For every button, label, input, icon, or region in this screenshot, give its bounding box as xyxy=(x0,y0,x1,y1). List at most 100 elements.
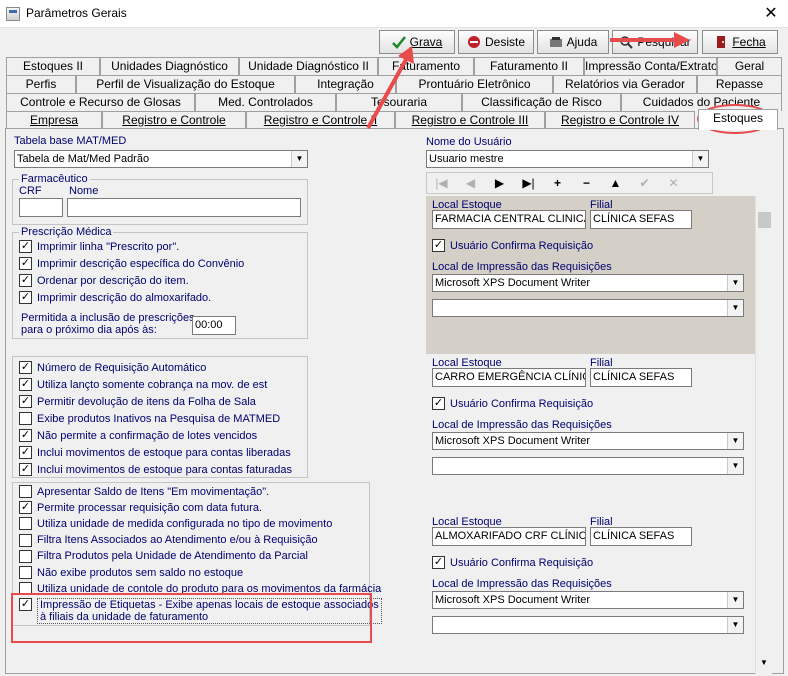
annotation-arrows xyxy=(366,32,690,129)
option-checkbox[interactable]: Exibe produtos Inativos na Pesquisa de M… xyxy=(19,411,280,426)
checkbox-box[interactable]: ✓ xyxy=(432,239,445,252)
crf-input[interactable] xyxy=(19,198,63,217)
option-checkbox[interactable]: ✓ Número de Requisição Automático xyxy=(19,360,206,375)
option-checkbox[interactable]: Apresentar Saldo de Itens "Em movimentaç… xyxy=(19,484,269,499)
chevron-down-icon[interactable]: ▼ xyxy=(727,458,743,474)
checkbox-label: Não exibe produtos sem saldo no estoque xyxy=(37,566,244,579)
option-checkbox[interactable]: Utiliza unidade de medida configurada no… xyxy=(19,516,332,531)
next-record-icon[interactable]: ▶ xyxy=(485,173,514,193)
chevron-down-icon[interactable]: ▼ xyxy=(727,617,743,633)
checkbox-box[interactable]: ✓ xyxy=(432,397,445,410)
option-checkbox[interactable]: ✓ Utiliza lançto somente cobrança na mov.… xyxy=(19,377,267,392)
impressora-select[interactable]: Microsoft XPS Document Writer ▼ xyxy=(432,274,744,292)
farmaceutico-title: Farmacêutico xyxy=(19,173,90,185)
record-navigator: |◀ ◀ ▶ ▶| + − ▲ ✔ ✕ xyxy=(426,172,713,194)
filial-input[interactable]: CLÍNICA SEFAS xyxy=(590,368,692,387)
local-estoque-input[interactable]: CARRO EMERGÊNCIA CLÍNICA xyxy=(432,368,586,387)
checkbox-box[interactable] xyxy=(19,517,32,531)
last-record-icon[interactable]: ▶| xyxy=(514,173,543,193)
usuario-select[interactable]: Usuario mestre ▼ xyxy=(426,150,709,168)
post-record-icon[interactable]: ✔ xyxy=(630,173,659,193)
checkbox-box[interactable]: ✓ xyxy=(19,501,32,515)
chevron-down-icon[interactable]: ▼ xyxy=(727,433,743,449)
option-checkbox[interactable]: ✓ Inclui movimentos de estoque para conta… xyxy=(19,462,292,477)
first-record-icon[interactable]: |◀ xyxy=(427,173,456,193)
tab-registro-controle[interactable]: Registro e Controle xyxy=(102,111,246,129)
tab-geral[interactable]: Geral xyxy=(717,57,782,75)
tab-med-controlados[interactable]: Med. Controlados xyxy=(195,93,336,111)
close-icon[interactable]: ✕ xyxy=(756,2,786,26)
tabela-base-select[interactable]: Tabela de Mat/Med Padrão ▼ xyxy=(14,150,308,168)
tab-empresa[interactable]: Empresa xyxy=(6,111,102,129)
nome-input[interactable] xyxy=(67,198,301,217)
option-checkbox[interactable]: ✓ Imprimir linha "Prescrito por". xyxy=(19,239,179,254)
local-estoque-input[interactable]: FARMACIA CENTRAL CLINICA xyxy=(432,210,586,229)
impressora-select[interactable]: Microsoft XPS Document Writer ▼ xyxy=(432,591,744,609)
option-checkbox[interactable]: ✓ Imprimir descrição específica do Convên… xyxy=(19,256,244,271)
impressora-value: Microsoft XPS Document Writer xyxy=(435,435,591,447)
chevron-down-icon[interactable]: ▼ xyxy=(727,300,743,316)
checkbox-box[interactable] xyxy=(19,533,32,547)
option-checkbox[interactable]: ✓ Permitir devolução de itens da Folha de… xyxy=(19,394,256,409)
tab-perfil-visualizacao[interactable]: Perfil de Visualização do Estoque xyxy=(76,75,295,93)
checkbox-box[interactable]: ✓ xyxy=(432,556,445,569)
confirma-requisicao-checkbox[interactable]: ✓ Usuário Confirma Requisição xyxy=(432,396,593,411)
checkbox-box[interactable]: ✓ xyxy=(19,291,32,304)
filial-input[interactable]: CLÍNICA SEFAS xyxy=(590,527,692,546)
confirma-requisicao-checkbox[interactable]: ✓ Usuário Confirma Requisição xyxy=(432,238,593,253)
checkbox-box[interactable] xyxy=(19,549,32,563)
checkbox-label: Apresentar Saldo de Itens "Em movimentaç… xyxy=(37,485,270,498)
hora-input[interactable]: 00:00 xyxy=(192,316,236,335)
scroll-down-icon[interactable]: ▼ xyxy=(760,658,768,667)
checkbox-box[interactable]: ✓ xyxy=(19,240,32,253)
option-checkbox[interactable]: ✓ Permite processar requisição com data f… xyxy=(19,500,262,515)
option-checkbox[interactable]: ✓ Não permite a confirmação de lotes venc… xyxy=(19,428,257,443)
chevron-down-icon[interactable]: ▼ xyxy=(291,151,307,167)
cancel-record-icon[interactable]: ✕ xyxy=(659,173,688,193)
impressora-select[interactable]: Microsoft XPS Document Writer ▼ xyxy=(432,432,744,450)
tab-repasse[interactable]: Repasse xyxy=(697,75,782,93)
tab-perfis[interactable]: Perfis xyxy=(6,75,76,93)
tab-controle-glosas[interactable]: Controle e Recurso de Glosas xyxy=(6,93,195,111)
fecha-button[interactable]: Fecha xyxy=(702,30,778,54)
checkbox-box[interactable]: ✓ xyxy=(19,378,32,391)
local-impressao-label: Local de Impressão das Requisições xyxy=(432,578,612,590)
option-checkbox[interactable]: Filtra Produtos pela Unidade de Atendime… xyxy=(19,549,308,564)
impressora-select-2[interactable]: ▼ xyxy=(432,299,744,317)
checkbox-box[interactable] xyxy=(19,485,32,498)
scrollbar-thumb[interactable] xyxy=(758,212,771,228)
local-estoque-input[interactable]: ALMOXARIFADO CRF CLÍNICA xyxy=(432,527,586,546)
option-checkbox[interactable]: Não exibe produtos sem saldo no estoque xyxy=(19,565,243,580)
impressora-select-2[interactable]: ▼ xyxy=(432,457,744,475)
delete-record-icon[interactable]: − xyxy=(572,173,601,193)
tab-estoques-ii[interactable]: Estoques II xyxy=(6,57,100,75)
tab-unidade-diagnostico-ii[interactable]: Unidade Diagnóstico II xyxy=(239,57,378,75)
chevron-down-icon[interactable]: ▼ xyxy=(692,151,708,167)
checkbox-box[interactable] xyxy=(19,412,32,425)
edit-record-icon[interactable]: ▲ xyxy=(601,173,630,193)
usuario-label: Nome do Usuário xyxy=(426,136,512,148)
option-checkbox[interactable]: ✓ Ordenar por descrição do item. xyxy=(19,273,189,288)
checkbox-box[interactable]: ✓ xyxy=(19,257,32,270)
option-checkbox[interactable]: ✓ Inclui movimentos de estoque para conta… xyxy=(19,445,291,460)
vertical-scrollbar[interactable]: ▼ xyxy=(755,196,772,674)
checkbox-box[interactable]: ✓ xyxy=(19,274,32,287)
checkbox-box[interactable] xyxy=(19,566,32,579)
checkbox-box[interactable]: ✓ xyxy=(19,446,32,459)
option-checkbox[interactable]: ✓ Imprimir descrição do almoxarifado. xyxy=(19,290,211,305)
insert-record-icon[interactable]: + xyxy=(543,173,572,193)
tabela-base-value: Tabela de Mat/Med Padrão xyxy=(17,153,150,165)
tab-unidades-diagnostico[interactable]: Unidades Diagnóstico xyxy=(100,57,239,75)
checkbox-box[interactable]: ✓ xyxy=(19,429,32,442)
impressora-select-2[interactable]: ▼ xyxy=(432,616,744,634)
tab-estoques[interactable]: Estoques xyxy=(698,109,778,130)
option-checkbox[interactable]: Filtra Itens Associados ao Atendimento e… xyxy=(19,533,318,548)
chevron-down-icon[interactable]: ▼ xyxy=(727,592,743,608)
chevron-down-icon[interactable]: ▼ xyxy=(727,275,743,291)
prior-record-icon[interactable]: ◀ xyxy=(456,173,485,193)
checkbox-box[interactable]: ✓ xyxy=(19,395,32,408)
confirma-requisicao-checkbox[interactable]: ✓ Usuário Confirma Requisição xyxy=(432,555,593,570)
filial-input[interactable]: CLÍNICA SEFAS xyxy=(590,210,692,229)
checkbox-box[interactable]: ✓ xyxy=(19,463,32,476)
checkbox-box[interactable]: ✓ xyxy=(19,361,32,374)
